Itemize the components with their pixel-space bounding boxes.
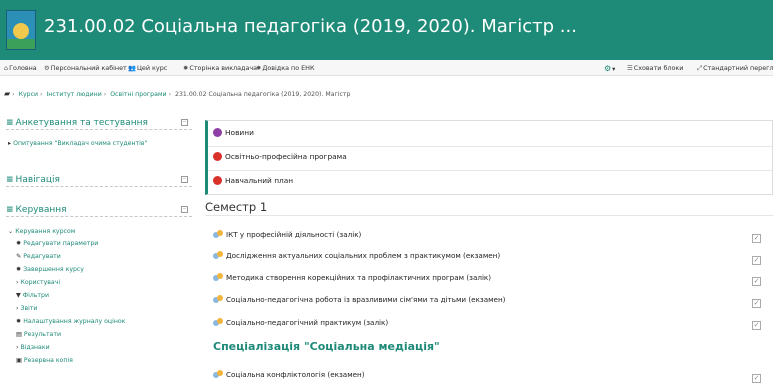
filter-icon: ▼ xyxy=(16,292,21,299)
dashboard-icon: ⚙ xyxy=(44,64,50,72)
course-admin-link[interactable]: ⌄ Керування курсом xyxy=(8,228,75,235)
breadcrumb-current: 231.00.02 Соціальна педагогіка (2019, 20… xyxy=(175,91,351,98)
activity-link[interactable]: Соціально-педагогічний практикум (залік) xyxy=(213,318,388,327)
survey-link[interactable]: ▸ Опитування "Викладач очима студентів" xyxy=(8,140,147,147)
completion-checkbox[interactable]: ✓ xyxy=(752,321,761,330)
management-block: ≡ Керування − xyxy=(6,205,192,217)
breadcrumb-courses[interactable]: Курси xyxy=(19,91,38,98)
breadcrumb-institute[interactable]: Інститут людини xyxy=(46,91,101,98)
hide-blocks-button[interactable]: ☰Сховати блоки xyxy=(627,64,683,72)
top-navbar: ⌂Головна ⚙Персональний кабінет 👥Цей курс… xyxy=(0,60,773,76)
activity-link[interactable]: ІКТ у професійній діяльності (залік) xyxy=(213,230,361,239)
activity-link[interactable]: Соціальна конфліктологія (екзамен) xyxy=(213,370,365,379)
settings-gear-icon: ⚙ xyxy=(604,64,612,73)
course-link-icon xyxy=(213,230,223,239)
divider xyxy=(205,215,773,216)
completion-checkbox[interactable]: ✓ xyxy=(752,374,761,383)
minimize-icon[interactable]: − xyxy=(181,176,188,183)
menu-icon: ≡ xyxy=(6,205,14,215)
divider xyxy=(208,146,773,147)
gear-icon: ✹ xyxy=(16,266,22,273)
activity-link[interactable]: Соціально-педагогічна робота із вразливи… xyxy=(213,295,505,304)
news-forum[interactable]: Новини xyxy=(213,128,254,137)
nav-teacher-page[interactable]: ✹Сторінка викладача xyxy=(183,64,257,72)
pdf-icon xyxy=(213,152,222,161)
site-header: 231.00.02 Соціальна педагогіка (2019, 20… xyxy=(0,0,773,60)
filters-link[interactable]: ▼ Фільтри xyxy=(16,292,49,299)
gear-icon: ✹ xyxy=(183,64,189,72)
reports-link[interactable]: › Звіти xyxy=(16,305,37,312)
pdf-icon xyxy=(213,176,222,185)
menu-icon: ≡ xyxy=(6,118,14,128)
course-link-icon xyxy=(213,318,223,327)
settings-menu[interactable]: ⚙▾ xyxy=(604,64,615,73)
nav-course[interactable]: 👥Цей курс xyxy=(128,64,167,72)
edit-link[interactable]: ✎ Редагувати xyxy=(16,253,61,260)
users-link[interactable]: › Користувачі xyxy=(16,279,60,286)
curriculum-pdf[interactable]: Навчальний план xyxy=(213,176,293,185)
course-link-icon xyxy=(213,370,223,379)
caret-right-icon: ▸ xyxy=(8,140,12,147)
activity-link[interactable]: Дослідження актуальних соціальних пробле… xyxy=(213,251,500,260)
navigation-block: ≡ Навігація − xyxy=(6,175,192,187)
nav-help[interactable]: ✹Довідка по ЕНК xyxy=(256,64,315,72)
survey-block: ≡ Анкетування та тестування − xyxy=(6,118,192,130)
gear-icon: ✹ xyxy=(16,240,22,247)
management-block-header[interactable]: ≡ Керування − xyxy=(6,205,192,217)
nav-home[interactable]: ⌂Головна xyxy=(4,64,37,72)
caret-right-icon: › xyxy=(16,305,19,312)
completion-checkbox[interactable]: ✓ xyxy=(752,234,761,243)
minimize-icon[interactable]: − xyxy=(181,206,188,213)
gradebook-setup-link[interactable]: ✹ Налаштування журналу оцінок xyxy=(16,318,125,325)
file-icon: ▣ xyxy=(16,357,22,364)
expand-icon: ⤢ xyxy=(697,64,703,72)
course-link-icon xyxy=(213,251,223,260)
caret-right-icon: › xyxy=(16,344,19,351)
university-logo[interactable] xyxy=(6,10,36,50)
completion-checkbox[interactable]: ✓ xyxy=(752,256,761,265)
survey-block-header[interactable]: ≡ Анкетування та тестування − xyxy=(6,118,192,130)
users-icon: 👥 xyxy=(128,64,136,72)
course-link-icon xyxy=(213,273,223,282)
results-link[interactable]: ▤ Результати xyxy=(16,331,61,338)
course-title: 231.00.02 Соціальна педагогіка (2019, 20… xyxy=(44,16,577,37)
gear-icon: ✹ xyxy=(16,318,22,325)
standard-view-button[interactable]: ⤢Стандартний перегляд xyxy=(697,64,773,73)
specialization-heading: Спеціалізація "Соціальна медіація" xyxy=(213,340,440,353)
caret-right-icon: › xyxy=(16,279,19,286)
table-icon: ▤ xyxy=(16,331,22,338)
divider xyxy=(208,170,773,171)
pencil-icon: ✎ xyxy=(16,253,22,260)
edit-settings-link[interactable]: ✹ Редагувати параметри xyxy=(16,240,98,247)
completion-checkbox[interactable]: ✓ xyxy=(752,299,761,308)
activity-link[interactable]: Методика створення корекційних та профіл… xyxy=(213,273,491,282)
breadcrumb-programs[interactable]: Освітні програми xyxy=(110,91,166,98)
home-icon: ⌂ xyxy=(4,64,9,72)
list-icon: ☰ xyxy=(627,64,633,72)
navigation-block-header[interactable]: ≡ Навігація − xyxy=(6,175,192,187)
section-title: Семестр 1 xyxy=(205,200,268,214)
chevron-down-icon: ▾ xyxy=(612,65,616,73)
course-link-icon xyxy=(213,295,223,304)
forum-icon xyxy=(213,128,222,137)
program-pdf[interactable]: Освітньо-професійна програма xyxy=(213,152,347,161)
backup-link[interactable]: ▣ Резервна копія xyxy=(16,357,73,364)
menu-icon: ≡ xyxy=(6,175,14,185)
gear-icon: ✹ xyxy=(256,64,262,72)
badges-link[interactable]: › Відзнаки xyxy=(16,344,50,351)
chevron-down-icon: ⌄ xyxy=(8,228,14,235)
completion-checkbox[interactable]: ✓ xyxy=(752,277,761,286)
course-completion-link[interactable]: ✹ Завершення курсу xyxy=(16,266,84,273)
nav-cabinet[interactable]: ⚙Персональний кабінет xyxy=(44,64,127,72)
minimize-icon[interactable]: − xyxy=(181,119,188,126)
breadcrumb: ▰ › Курси › Інститут людини › Освітні прогр… xyxy=(4,89,351,98)
